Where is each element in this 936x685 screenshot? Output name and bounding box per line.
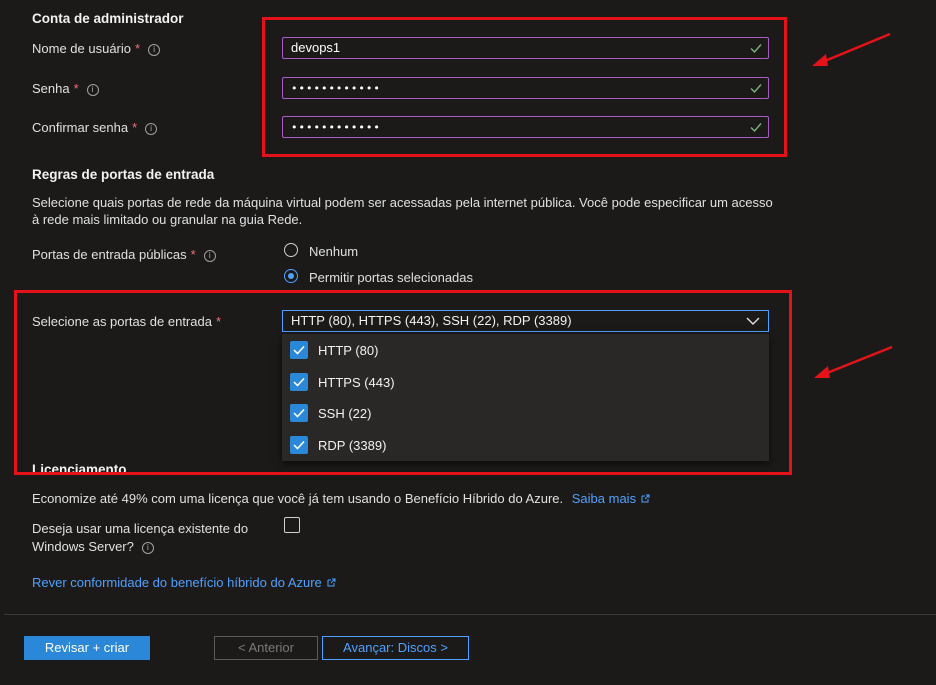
info-icon[interactable]: i (86, 84, 99, 96)
existing-license-line2: Windows Server? i (32, 539, 154, 554)
required-asterisk: * (190, 247, 196, 262)
external-link-icon (641, 494, 650, 503)
compliance-link-row: Rever conformidade do benefício híbrido … (32, 575, 336, 590)
confirm-password-label-text: Confirmar senha (32, 120, 129, 135)
info-icon[interactable]: i (145, 123, 158, 135)
required-asterisk: * (73, 81, 79, 96)
licensing-savings-text: Economize até 49% com uma licença que vo… (32, 491, 564, 506)
required-asterisk: * (132, 120, 138, 135)
review-create-button[interactable]: Revisar + criar (24, 636, 150, 660)
public-ports-label-text: Portas de entrada públicas (32, 247, 187, 262)
password-label-text: Senha (32, 81, 70, 96)
annotation-box-credentials (262, 17, 787, 157)
previous-button[interactable]: < Anterior (214, 636, 318, 660)
info-icon[interactable]: i (148, 44, 161, 56)
public-ports-label: Portas de entrada públicas * i (32, 247, 216, 262)
confirm-password-label: Confirmar senha * i (32, 120, 158, 135)
licensing-savings: Economize até 49% com uma licença que vo… (32, 491, 650, 506)
existing-license-line2-text: Windows Server? (32, 539, 134, 554)
password-label: Senha * i (32, 81, 99, 96)
compliance-link[interactable]: Rever conformidade do benefício híbrido … (32, 575, 322, 590)
info-icon[interactable]: i (203, 250, 216, 262)
radio-none-label[interactable]: Nenhum (309, 244, 358, 259)
learn-more-link[interactable]: Saiba mais (572, 491, 636, 506)
red-arrow-icon (812, 32, 891, 66)
radio-none[interactable] (284, 243, 298, 257)
username-label-text: Nome de usuário (32, 41, 131, 56)
inbound-description-line1: Selecione quais portas de rede da máquin… (32, 195, 773, 210)
username-label: Nome de usuário * i (32, 41, 161, 56)
admin-section-heading: Conta de administrador (32, 11, 184, 26)
inbound-description-line2: à rede mais limitado ou granular na guia… (32, 212, 303, 227)
annotation-box-ports (14, 290, 792, 475)
info-icon[interactable]: i (141, 542, 154, 554)
radio-allow-selected-label[interactable]: Permitir portas selecionadas (309, 270, 473, 285)
required-asterisk: * (135, 41, 141, 56)
red-arrow-icon (814, 345, 893, 378)
existing-license-line1: Deseja usar uma licença existente do (32, 521, 249, 536)
existing-license-checkbox[interactable] (284, 517, 300, 533)
next-disks-button[interactable]: Avançar: Discos > (322, 636, 469, 660)
external-link-icon (327, 578, 336, 587)
inbound-section-heading: Regras de portas de entrada (32, 167, 215, 182)
radio-allow-selected[interactable] (284, 269, 298, 283)
footer-divider (4, 614, 936, 615)
